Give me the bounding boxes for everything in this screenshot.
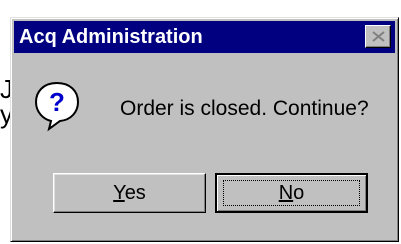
dialog-title: Acq Administration: [19, 26, 203, 48]
no-button[interactable]: No: [215, 173, 368, 213]
focus-rectangle: [223, 180, 360, 206]
question-icon: ?: [34, 81, 80, 132]
svg-text:?: ?: [49, 87, 65, 117]
yes-label-rest: es: [124, 182, 146, 204]
dialog-message: Order is closed. Continue?: [120, 97, 369, 120]
yes-button[interactable]: Yes: [53, 173, 206, 213]
close-button[interactable]: [365, 25, 391, 48]
close-icon: [372, 31, 385, 42]
yes-mnemonic: Y: [113, 182, 125, 204]
title-bar[interactable]: Acq Administration: [14, 21, 395, 53]
message-dialog: Acq Administration ? Order is closed. Co…: [10, 17, 399, 242]
